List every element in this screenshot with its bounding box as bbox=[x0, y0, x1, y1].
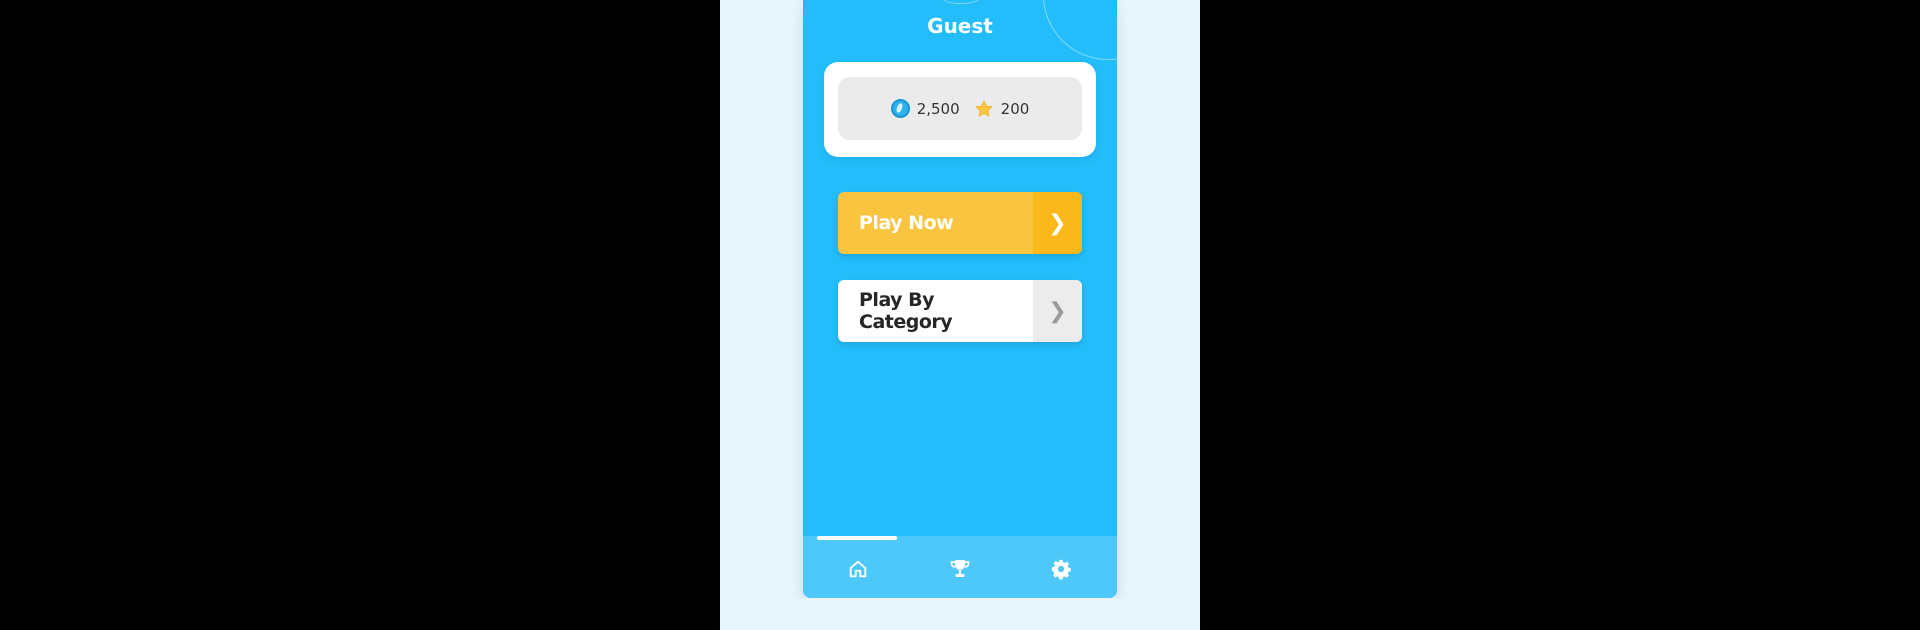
coin-balance: 2,500 bbox=[890, 99, 960, 118]
play-by-category-button[interactable]: Play By Category ❯ bbox=[838, 280, 1082, 342]
bottom-navigation bbox=[803, 536, 1117, 598]
star-icon bbox=[975, 100, 992, 117]
nav-home[interactable] bbox=[843, 554, 873, 584]
page-bottom-strip bbox=[720, 598, 1200, 630]
app-screen: Guest 2,500 200 Play Now ❯ Play By Categ… bbox=[803, 0, 1117, 598]
nav-leaderboard[interactable] bbox=[945, 554, 975, 584]
trophy-icon bbox=[950, 560, 970, 577]
star-balance: 200 bbox=[974, 99, 1030, 119]
active-tab-indicator bbox=[817, 536, 897, 540]
app-stage: Guest 2,500 200 Play Now ❯ Play By Categ… bbox=[720, 0, 1200, 630]
decorative-avatar-edge bbox=[943, 0, 979, 4]
wallet-card: 2,500 200 bbox=[824, 62, 1096, 157]
play-now-label: Play Now bbox=[859, 212, 954, 234]
chevron-right-icon: ❯ bbox=[1033, 192, 1082, 254]
player-name: Guest bbox=[927, 14, 993, 38]
wallet-stats: 2,500 200 bbox=[838, 77, 1082, 140]
nav-settings[interactable] bbox=[1046, 554, 1076, 584]
play-now-button[interactable]: Play Now ❯ bbox=[838, 192, 1082, 254]
gear-icon bbox=[1051, 559, 1071, 580]
star-value: 200 bbox=[1000, 99, 1030, 118]
coin-icon bbox=[890, 99, 910, 118]
home-icon bbox=[849, 560, 867, 578]
chevron-right-icon: ❯ bbox=[1033, 280, 1082, 342]
play-by-category-label: Play By Category bbox=[859, 289, 953, 333]
coin-value: 2,500 bbox=[916, 99, 960, 118]
